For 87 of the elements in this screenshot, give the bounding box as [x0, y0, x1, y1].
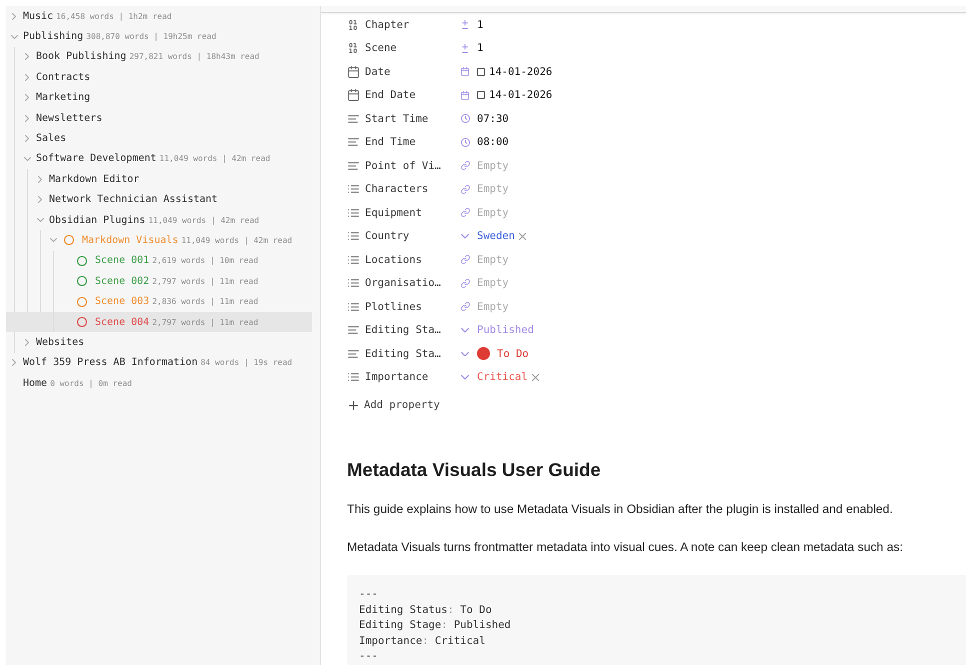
- value-field[interactable]: Empty: [477, 277, 597, 290]
- code-line: Editing Stage: Published: [359, 618, 512, 633]
- property-name: Start Time: [365, 112, 430, 125]
- word-count: 16,458 words | 1h2m read: [56, 12, 172, 21]
- property-name: Importance: [365, 371, 430, 384]
- property-value[interactable]: 1: [477, 42, 484, 54]
- tree-item[interactable]: Obsidian Plugins 11,049 words | 42m read: [6, 210, 312, 230]
- property-name: Equipment: [365, 206, 423, 219]
- word-count: 308,870 words | 19h25m read: [86, 32, 216, 42]
- heading: Metadata Visuals User Guide: [347, 458, 602, 482]
- tree-item[interactable]: Music 16,458 words | 1h2m read: [6, 6, 312, 26]
- code-line: Importance: Critical: [359, 634, 486, 648]
- word-count: 2,619 words | 10m read: [152, 256, 258, 266]
- word-count: 2,797 words | 11m read: [152, 318, 258, 327]
- tree-item[interactable]: Software Development 11,049 words | 42m read: [6, 148, 312, 170]
- add-property-button[interactable]: Add property: [347, 394, 442, 416]
- square-icon: [477, 68, 485, 76]
- chevron-down-icon: [461, 328, 469, 332]
- word-count: 11,049 words | 42m read: [159, 154, 270, 164]
- code-line: ---: [359, 649, 379, 664]
- calendar-icon: [461, 67, 469, 76]
- value-field[interactable]: Empty: [477, 160, 597, 172]
- clock-icon: [460, 114, 470, 124]
- property-value[interactable]: 14-01-2026: [477, 66, 552, 78]
- property-value[interactable]: 07:30: [477, 112, 509, 125]
- code-line: ---: [359, 587, 379, 602]
- tree-item[interactable]: Book Publishing 297,821 words | 18h43m read: [6, 46, 312, 68]
- property-name: Organisatio…: [365, 277, 442, 290]
- word-count: 2,836 words | 11m read: [152, 297, 258, 306]
- square-icon: [477, 91, 485, 100]
- tree-item[interactable]: Wolf 359 Press AB Information 84 words | 19s read: [6, 352, 312, 374]
- paragraph: Metadata Visuals turns frontmatter metadata into visual cues. A note can keep clean metadata such as:: [347, 539, 904, 556]
- value-field[interactable]: Empty: [477, 183, 597, 196]
- property-name: Editing Sta…: [365, 348, 442, 360]
- property-name: Chapter: [365, 18, 410, 31]
- link-icon: [460, 302, 470, 312]
- tree-item[interactable]: Home 0 words | 0m read: [6, 373, 312, 394]
- close-icon[interactable]: [518, 232, 526, 240]
- tree-item[interactable]: Newsletters: [6, 108, 312, 128]
- property-name: End Date: [365, 89, 417, 102]
- tree-item[interactable]: Network Technician Assistant: [6, 190, 312, 210]
- chevron-down-icon: [461, 234, 469, 238]
- calendar-icon: [461, 90, 469, 100]
- property-value[interactable]: 14-01-2026: [477, 89, 552, 102]
- plus-minus-icon: [462, 44, 468, 53]
- code-line: Editing Status: To Do: [359, 602, 493, 618]
- clock-icon: [460, 138, 470, 147]
- tree-item[interactable]: Publishing 308,870 words | 19h25m read: [6, 26, 312, 47]
- link-icon: [460, 184, 470, 194]
- word-count: 0 words | 0m read: [50, 378, 132, 388]
- property-name: Editing Sta…: [365, 324, 442, 336]
- property-value[interactable]: 08:00: [477, 136, 509, 148]
- property-name: Date: [365, 66, 392, 78]
- tree-item[interactable]: Contracts: [6, 67, 312, 88]
- word-count: 11,049 words | 42m read: [181, 236, 292, 245]
- value-field[interactable]: Empty: [477, 206, 597, 219]
- chevron-down-icon: [461, 352, 469, 356]
- property-name: Point of Vi…: [365, 160, 442, 172]
- paragraph: This guide explains how to use Metadata Visuals in Obsidian after the plugin is installed and enabled.: [347, 501, 894, 518]
- property-name: Plotlines: [365, 300, 423, 313]
- property-name: Scene: [365, 42, 398, 54]
- property-name: Characters: [365, 183, 430, 196]
- value-tag[interactable]: Sweden: [477, 230, 526, 242]
- word-count: 297,821 words | 18h43m read: [129, 52, 260, 62]
- property-name: Country: [365, 230, 410, 242]
- value-tag[interactable]: Critical: [477, 371, 539, 384]
- tree-item[interactable]: Markdown Editor: [6, 169, 312, 190]
- link-icon: [460, 255, 470, 264]
- value-field[interactable]: Empty: [477, 254, 597, 266]
- value-field[interactable]: Empty: [477, 300, 597, 313]
- plus-minus-icon: [462, 20, 468, 30]
- tree-item[interactable]: Marketing: [6, 88, 312, 108]
- tree-item[interactable]: Websites: [6, 332, 312, 353]
- property-value[interactable]: To Do: [477, 347, 529, 360]
- property-name: End Time: [365, 136, 417, 148]
- link-icon: [460, 278, 470, 288]
- close-icon[interactable]: [532, 374, 539, 381]
- link-icon: [460, 161, 470, 170]
- tree-item[interactable]: Sales: [6, 128, 312, 149]
- word-count: 84 words | 19s read: [200, 358, 292, 368]
- word-count: 11,049 words | 42m read: [148, 216, 260, 225]
- chevron-down-icon: [461, 375, 469, 380]
- link-icon: [460, 208, 470, 218]
- property-name: Locations: [365, 254, 423, 266]
- plus-icon: [349, 400, 358, 410]
- word-count: 2,797 words | 11m read: [152, 276, 258, 286]
- property-value[interactable]: 1: [477, 18, 484, 31]
